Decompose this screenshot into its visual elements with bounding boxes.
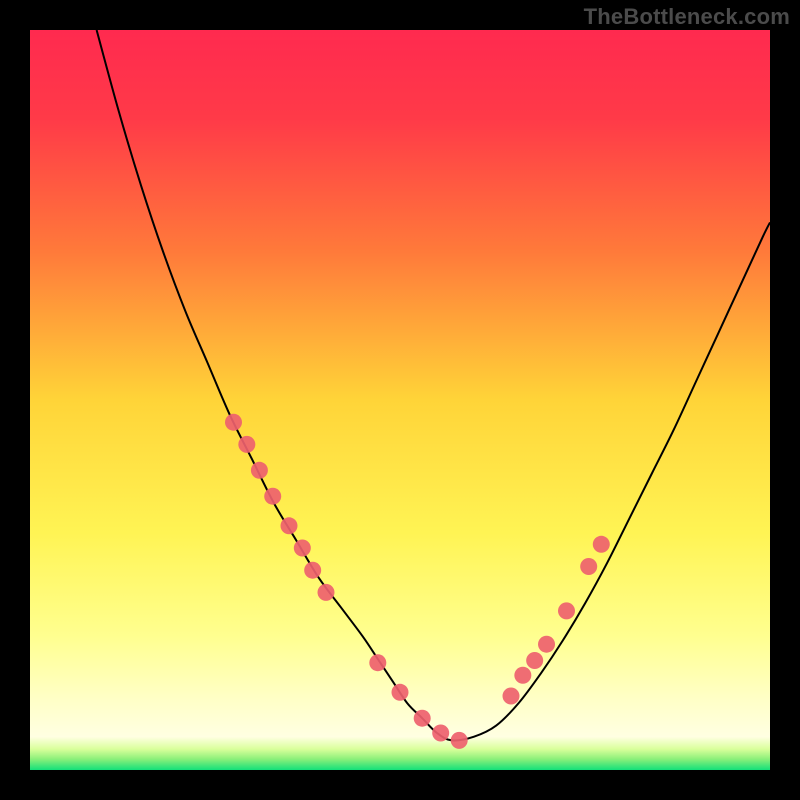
marker-left-band xyxy=(318,584,335,601)
chart-svg xyxy=(30,30,770,770)
marker-valley xyxy=(451,732,468,749)
marker-left-band xyxy=(294,540,311,557)
marker-left-band xyxy=(238,436,255,453)
marker-right-band xyxy=(503,688,520,705)
gradient-background xyxy=(30,30,770,770)
marker-left-band xyxy=(304,562,321,579)
watermark-text: TheBottleneck.com xyxy=(584,4,790,30)
marker-valley xyxy=(432,725,449,742)
marker-right-band xyxy=(526,652,543,669)
marker-valley xyxy=(369,654,386,671)
marker-right-band xyxy=(538,636,555,653)
marker-right-band xyxy=(514,667,531,684)
marker-right-band xyxy=(580,558,597,575)
marker-left-band xyxy=(251,462,268,479)
plot-area xyxy=(30,30,770,770)
chart-frame: TheBottleneck.com xyxy=(0,0,800,800)
marker-valley xyxy=(392,684,409,701)
marker-right-band xyxy=(593,536,610,553)
marker-valley xyxy=(414,710,431,727)
marker-left-band xyxy=(281,517,298,534)
marker-left-band xyxy=(264,488,281,505)
marker-left-band xyxy=(225,414,242,431)
marker-right-band xyxy=(558,602,575,619)
